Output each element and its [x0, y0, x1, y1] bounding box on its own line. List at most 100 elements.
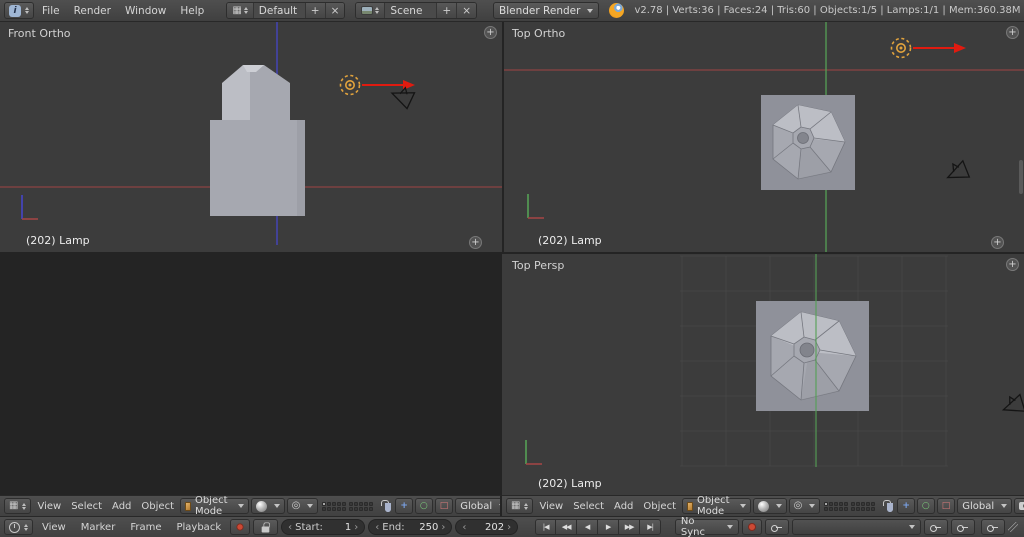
mesh-object[interactable] [756, 301, 869, 411]
stepper-right-icon[interactable]: › [354, 522, 358, 533]
delete-keyframe-button[interactable] [951, 519, 976, 535]
viewport-shading-dropdown[interactable] [752, 498, 787, 514]
camera-object[interactable] [389, 85, 416, 110]
key-icon [930, 524, 942, 532]
manipulator-translate-button[interactable]: + [897, 498, 915, 514]
render-engine-dropdown[interactable]: Blender Render [493, 2, 600, 19]
active-object-label: (202) Lamp [538, 477, 602, 490]
layout-name-field[interactable]: Default [253, 3, 306, 18]
next-keyframe-button[interactable]: ▶▶ [619, 519, 641, 535]
editor-type-button[interactable]: ▦ [4, 498, 32, 514]
viewport-front-ortho[interactable]: Front Ortho (202) Lamp + + [0, 22, 502, 252]
panel-collapse-grip[interactable] [1019, 160, 1023, 194]
browse-scenes-button[interactable] [356, 3, 386, 18]
manipulator-translate-button[interactable]: + [395, 498, 413, 514]
menu-frame[interactable]: Frame [124, 522, 167, 533]
scene-name-field[interactable]: Scene [385, 3, 438, 18]
mesh-object[interactable] [210, 65, 305, 216]
browse-layouts-button[interactable]: ▦ [227, 3, 254, 18]
camera-object[interactable] [999, 392, 1024, 420]
insert-keyframe-button[interactable] [924, 519, 949, 535]
pivot-dropdown[interactable]: ◎ [788, 498, 821, 514]
jump-to-end-button[interactable]: ▶| [640, 519, 662, 535]
lamp-object[interactable] [339, 74, 361, 96]
lock-time-button[interactable] [253, 519, 279, 535]
region-expand-icon[interactable]: + [1006, 258, 1019, 271]
preview-range-button[interactable] [230, 519, 251, 535]
snap-magnet-icon[interactable] [887, 503, 894, 512]
prev-keyframe-button[interactable]: ◀◀ [556, 519, 578, 535]
menu-file[interactable]: File [36, 5, 66, 17]
keying-set-field[interactable] [792, 519, 922, 535]
menu-playback[interactable]: Playback [170, 522, 227, 533]
menu-select[interactable]: Select [67, 501, 106, 512]
orientation-dropdown[interactable]: Global [957, 498, 1013, 514]
stepper-left-icon[interactable]: ‹ [375, 522, 379, 533]
region-expand-icon[interactable]: + [1006, 26, 1019, 39]
mode-dropdown[interactable]: Object Mode [682, 496, 751, 516]
menu-view[interactable]: View [33, 501, 65, 512]
jump-to-start-button[interactable]: |◀ [535, 519, 557, 535]
delete-scene-button[interactable]: × [457, 3, 477, 18]
menu-help[interactable]: Help [174, 5, 210, 17]
stepper-right-icon[interactable]: › [441, 522, 445, 533]
snap-magnet-icon[interactable] [385, 503, 392, 512]
frame-end-field[interactable]: ‹ End: 250 › [368, 519, 453, 535]
manipulator-rotate-button[interactable]: ○ [916, 498, 935, 514]
menu-marker[interactable]: Marker [75, 522, 122, 533]
viewport-top-persp[interactable]: Top Persp (202) Lamp + [504, 254, 1024, 495]
orientation-dropdown[interactable]: Global [455, 498, 500, 514]
editor-type-button[interactable]: ▦ [506, 498, 534, 514]
delete-layout-button[interactable]: × [325, 3, 345, 18]
menu-add[interactable]: Add [610, 501, 637, 512]
region-expand-icon[interactable]: + [991, 236, 1004, 249]
keying-button[interactable] [981, 519, 1006, 535]
stepper-left-icon[interactable]: ‹ [462, 522, 466, 533]
play-reverse-button[interactable]: ◀ [577, 519, 599, 535]
layers-widget[interactable] [824, 501, 876, 511]
viewport-shading-dropdown[interactable] [250, 498, 285, 514]
region-expand-icon[interactable]: + [469, 236, 482, 249]
viewport-canvas[interactable] [504, 22, 1024, 252]
frame-start-field[interactable]: ‹ Start: 1 › [281, 519, 366, 535]
play-button[interactable]: ▶ [598, 519, 620, 535]
x-manipulator-arrow[interactable] [913, 43, 966, 53]
x-manipulator-arrow[interactable] [362, 80, 415, 90]
mesh-object[interactable] [761, 95, 855, 190]
menu-render[interactable]: Render [68, 5, 117, 17]
stepper-right-icon[interactable]: › [507, 522, 511, 533]
keying-set-button[interactable] [765, 519, 790, 535]
editor-type-button[interactable]: i [4, 2, 34, 19]
viewport-canvas[interactable] [504, 254, 1024, 495]
manipulator-rotate-button[interactable]: ○ [414, 498, 433, 514]
record-dot-icon [748, 523, 757, 531]
viewport-divider[interactable] [0, 254, 502, 495]
editor-type-button[interactable] [4, 519, 33, 535]
menu-object[interactable]: Object [639, 501, 680, 512]
end-label: End: [382, 521, 405, 533]
layers-widget[interactable] [322, 501, 374, 511]
menu-view[interactable]: View [535, 501, 567, 512]
resize-grip[interactable] [1008, 522, 1019, 532]
pivot-dropdown[interactable]: ◎ [286, 498, 319, 514]
viewport-top-ortho[interactable]: Top Ortho (202) Lamp + + [504, 22, 1024, 252]
opengl-render-button[interactable] [1014, 498, 1024, 514]
menu-object[interactable]: Object [137, 501, 178, 512]
sync-dropdown[interactable]: No Sync [674, 517, 740, 537]
camera-object[interactable] [943, 158, 972, 187]
menu-view[interactable]: View [36, 522, 72, 533]
manipulator-scale-button[interactable]: □ [936, 498, 956, 514]
viewport-canvas[interactable] [0, 22, 502, 252]
lamp-object[interactable] [890, 37, 912, 59]
menu-add[interactable]: Add [108, 501, 135, 512]
add-scene-button[interactable]: + [437, 3, 458, 18]
auto-keyframe-button[interactable] [742, 519, 763, 535]
stepper-left-icon[interactable]: ‹ [288, 522, 292, 533]
add-layout-button[interactable]: + [305, 3, 326, 18]
manipulator-scale-button[interactable]: □ [434, 498, 454, 514]
current-frame-field[interactable]: ‹ 202 › [455, 519, 519, 535]
mode-dropdown[interactable]: Object Mode [180, 496, 249, 516]
menu-select[interactable]: Select [569, 501, 608, 512]
region-expand-icon[interactable]: + [484, 26, 497, 39]
menu-window[interactable]: Window [119, 5, 172, 17]
